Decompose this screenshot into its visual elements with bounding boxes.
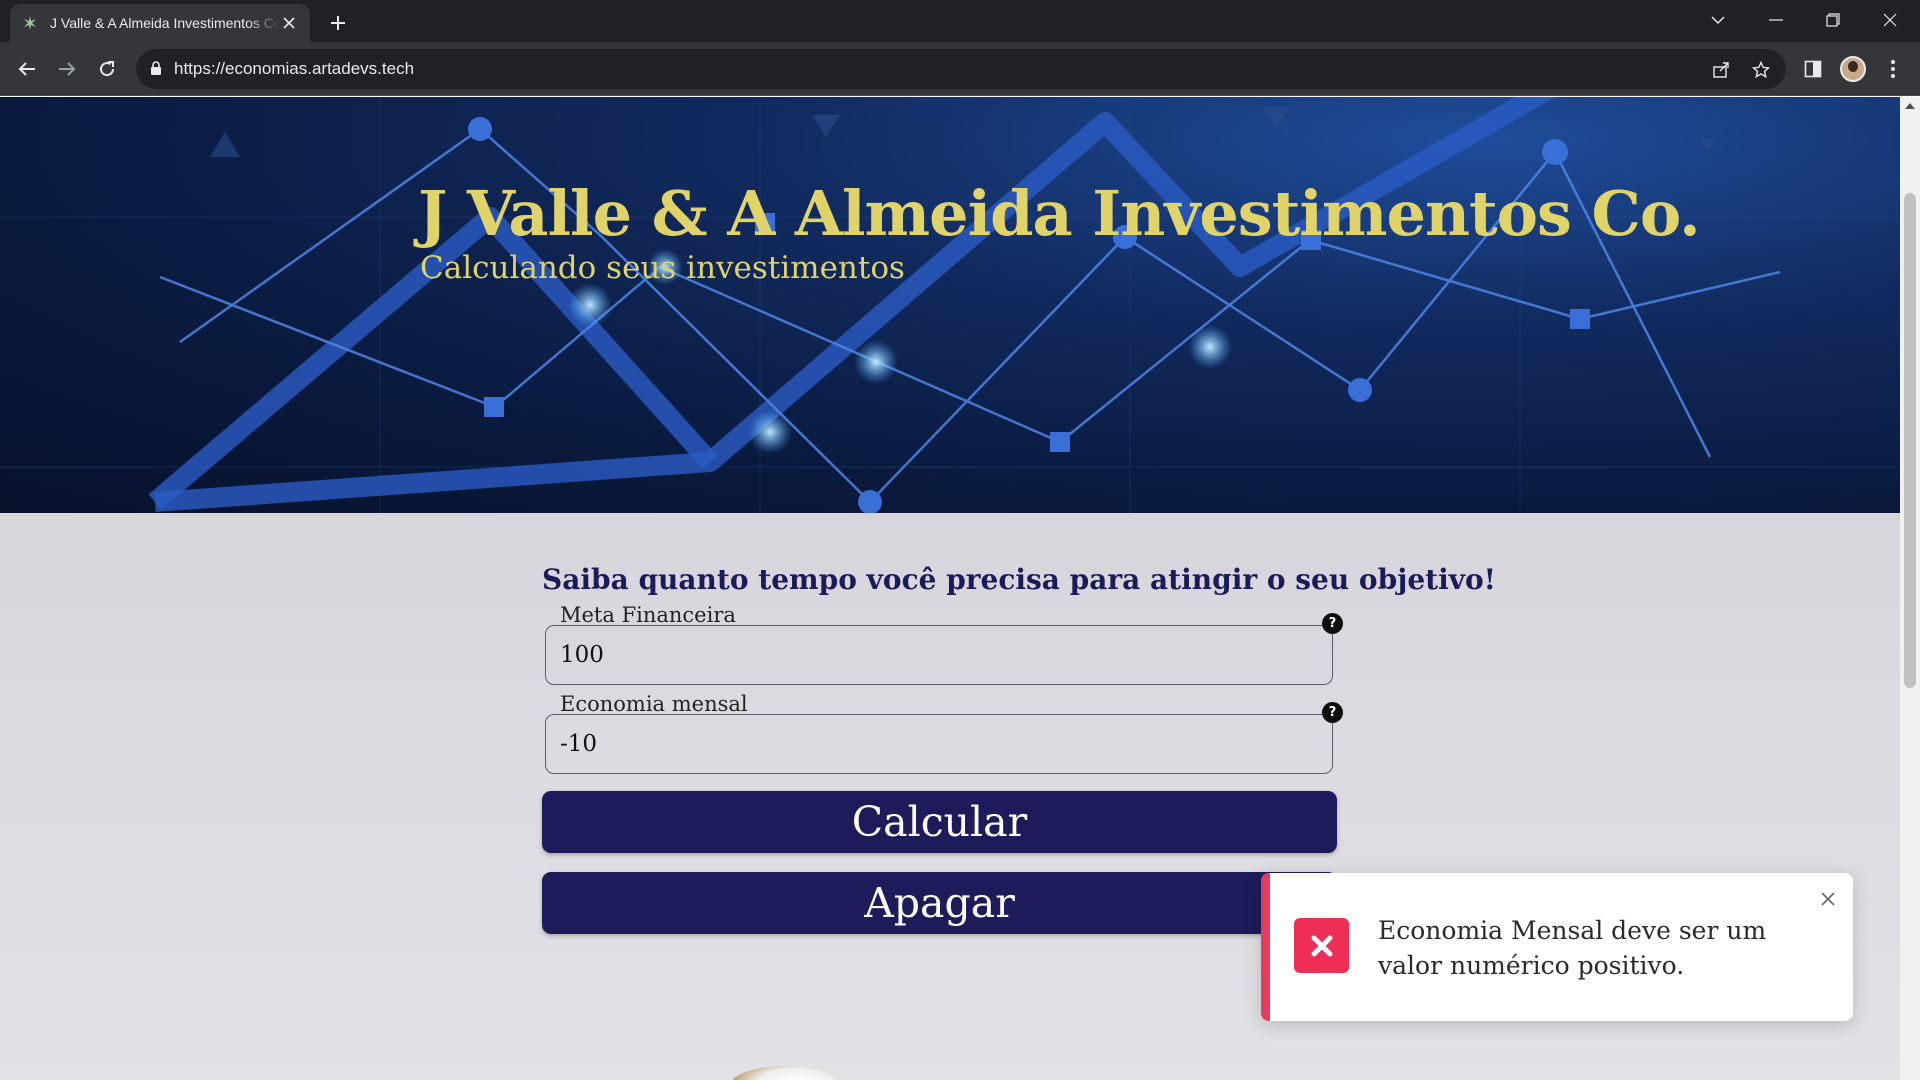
tab-close-icon[interactable] (280, 14, 298, 32)
scrollbar-thumb[interactable] (1904, 193, 1916, 688)
close-window-icon[interactable] (1862, 0, 1918, 40)
tab-search-chevron-icon[interactable] (1690, 0, 1746, 40)
meta-help-icon[interactable]: ? (1322, 613, 1343, 634)
side-panel-icon[interactable] (1800, 56, 1826, 82)
economia-help-icon[interactable]: ? (1322, 702, 1343, 723)
back-arrow-icon[interactable] (12, 54, 42, 84)
browser-toolbar: https://economias.artadevs.tech (0, 42, 1920, 96)
meta-financeira-input[interactable] (545, 625, 1333, 685)
browser-tab[interactable]: J Valle & A Almeida Investimentos Co. (10, 4, 310, 42)
reload-icon[interactable] (92, 54, 122, 84)
scroll-up-arrow-icon[interactable] (1905, 103, 1915, 109)
form-heading: Saiba quanto tempo você precisa para ati… (542, 563, 1496, 596)
toast-message: Economia Mensal deve ser um valor numéri… (1378, 916, 1767, 980)
lock-icon[interactable] (150, 60, 162, 79)
error-x-icon (1294, 918, 1349, 973)
page-scrollbar[interactable] (1900, 97, 1920, 1080)
url-text: https://economias.artadevs.tech (174, 59, 415, 78)
minimize-icon[interactable] (1748, 0, 1804, 40)
economia-mensal-input[interactable] (545, 714, 1333, 774)
apagar-button[interactable]: Apagar (542, 872, 1337, 934)
new-tab-icon[interactable] (324, 9, 352, 37)
error-toast: Economia Mensal deve ser um valor numéri… (1261, 873, 1853, 1021)
economia-mensal-label: Economia mensal (560, 692, 748, 716)
tab-title: J Valle & A Almeida Investimentos Co. (50, 15, 280, 31)
forward-arrow-icon[interactable] (52, 54, 82, 84)
restore-icon[interactable] (1805, 0, 1861, 40)
chart-background-graphic (0, 97, 1900, 513)
calcular-button[interactable]: Calcular (542, 791, 1337, 853)
hero-banner: J Valle & A Almeida Investimentos Co. Ca… (0, 97, 1900, 513)
toast-accent-bar (1261, 873, 1270, 1021)
decorative-coin-image (730, 1066, 840, 1080)
site-favicon-icon (22, 15, 38, 31)
kebab-menu-icon[interactable] (1880, 56, 1906, 82)
browser-tab-strip: J Valle & A Almeida Investimentos Co. (0, 0, 1920, 42)
address-bar[interactable]: https://economias.artadevs.tech (136, 49, 1786, 89)
meta-financeira-label: Meta Financeira (560, 603, 736, 627)
site-title: J Valle & A Almeida Investimentos Co. (418, 177, 1701, 250)
toast-close-icon[interactable] (1820, 891, 1836, 907)
site-subtitle: Calculando seus investimentos (420, 250, 905, 286)
profile-avatar[interactable] (1840, 56, 1866, 82)
bookmark-star-icon[interactable] (1750, 59, 1772, 81)
share-icon[interactable] (1710, 59, 1732, 81)
